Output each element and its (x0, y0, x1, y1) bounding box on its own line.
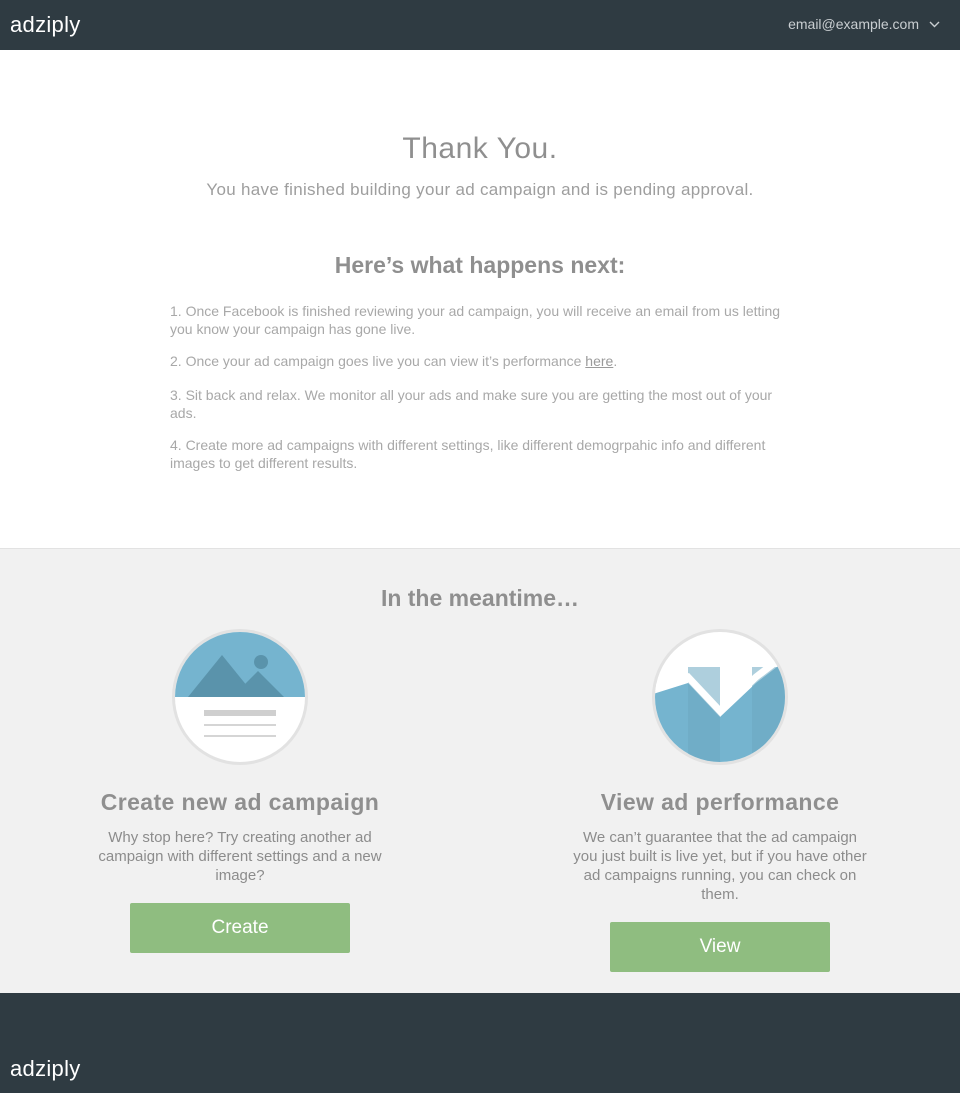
card-description: We can’t guarantee that the ad campaign … (573, 829, 867, 903)
page-title: Thank You. (402, 132, 558, 165)
view-button[interactable]: View (610, 922, 830, 972)
step-item: 1. Once Facebook is finished reviewing y… (170, 303, 781, 337)
footer-logo[interactable]: adziply (10, 1056, 81, 1082)
image-document-icon (172, 629, 308, 765)
step-item: 3. Sit back and relax. We monitor all yo… (170, 387, 773, 421)
step-item: 4. Create more ad campaigns with differe… (170, 437, 766, 471)
card-description: Why stop here? Try creating another ad c… (98, 829, 382, 884)
top-navbar: adziply email@example.com (0, 0, 960, 50)
confirmation-section: Thank You. You have finished building yo… (0, 50, 960, 548)
next-steps-heading: Here’s what happens next: (334, 252, 626, 278)
view-performance-card: View ad performance We can’t guarantee t… (560, 627, 880, 972)
step-item: 2. Once your ad campaign goes live you c… (170, 352, 790, 370)
performance-link[interactable]: here (585, 353, 613, 369)
create-button[interactable]: Create (130, 903, 350, 953)
footer: adziply (0, 993, 960, 1093)
brand-logo[interactable]: adziply (10, 12, 81, 38)
meantime-section: In the meantime… Create new ad campaign … (0, 548, 960, 993)
card-title: View ad performance (600, 789, 840, 815)
create-campaign-card: Create new ad campaign Why stop here? Tr… (80, 627, 400, 953)
chevron-down-icon[interactable] (929, 21, 940, 28)
step-suffix: . (613, 353, 618, 369)
page-subtitle: You have finished building your ad campa… (206, 180, 754, 199)
account-menu[interactable]: email@example.com (788, 16, 940, 32)
line-chart-icon (652, 629, 788, 765)
account-email[interactable]: email@example.com (788, 16, 919, 32)
step-text: 2. Once your ad campaign goes live you c… (170, 353, 586, 369)
meantime-heading: In the meantime… (380, 585, 580, 611)
card-title: Create new ad campaign (100, 789, 380, 815)
next-steps-list: 1. Once Facebook is finished reviewing y… (170, 302, 790, 486)
